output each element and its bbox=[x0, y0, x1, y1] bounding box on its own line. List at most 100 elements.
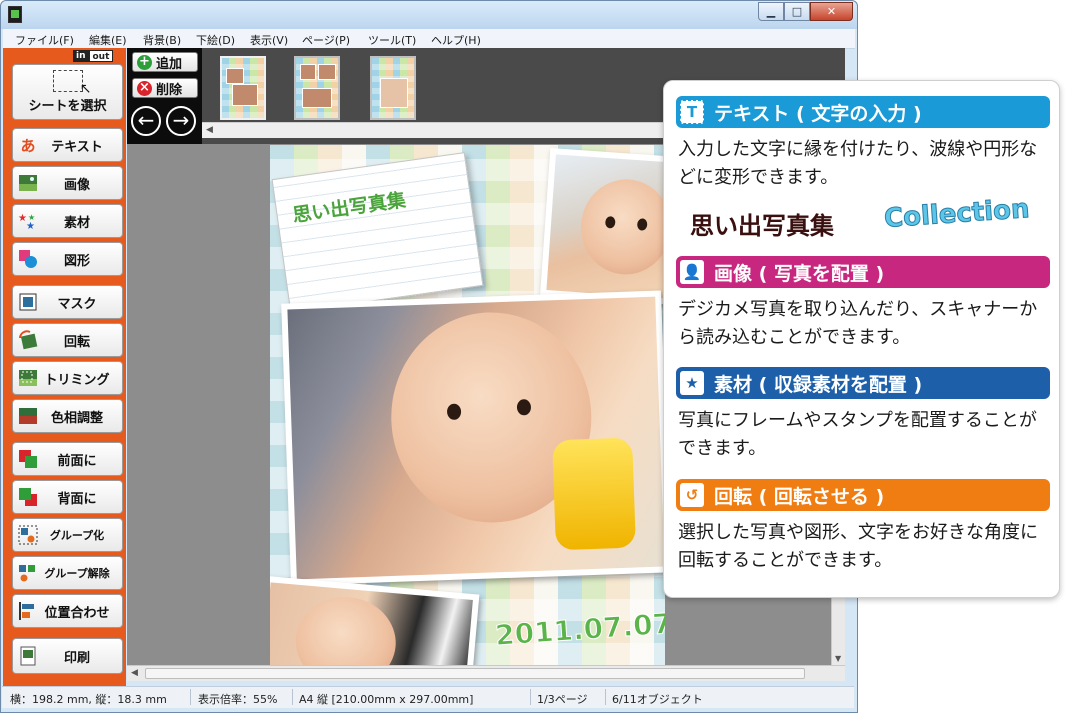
bring-front-button[interactable]: 前面に bbox=[12, 442, 123, 476]
status-zoom: 表示倍率：55% bbox=[198, 693, 278, 706]
rotate-section-title: 回転 ( 回転させる ) bbox=[714, 485, 885, 508]
photo-frame[interactable] bbox=[281, 290, 665, 586]
out-tab[interactable]: out bbox=[88, 50, 114, 62]
trim-tool-label: トリミング bbox=[44, 372, 110, 388]
image-tool-button[interactable]: 画像 bbox=[12, 166, 123, 200]
menu-tools[interactable]: ツール(T) bbox=[368, 32, 416, 48]
page-thumbnail[interactable] bbox=[370, 56, 416, 120]
star-icon: ★ bbox=[680, 371, 704, 395]
album-page[interactable]: 思い出写真集 2011.07.07 bbox=[270, 145, 665, 665]
menu-underlay[interactable]: 下絵(D) bbox=[196, 32, 235, 48]
image-section-title: 画像 ( 写真を配置 ) bbox=[714, 262, 885, 285]
close-button[interactable]: ✕ bbox=[810, 2, 853, 21]
baby-photo bbox=[287, 296, 665, 580]
send-back-icon bbox=[18, 487, 38, 507]
minimize-button[interactable]: ▁ bbox=[758, 2, 784, 21]
title-bar: ▁ □ ✕ bbox=[1, 1, 857, 29]
menu-help[interactable]: ヘルプ(H) bbox=[431, 32, 481, 48]
note-card[interactable] bbox=[271, 152, 484, 313]
align-button[interactable]: 位置合わせ bbox=[12, 594, 123, 628]
rotate-section-header: ↺ 回転 ( 回転させる ) bbox=[676, 479, 1050, 511]
trim-tool-button[interactable]: トリミング bbox=[12, 361, 123, 395]
person-icon: 👤 bbox=[680, 260, 704, 284]
delete-page-button[interactable]: × 削除 bbox=[132, 78, 198, 98]
page-thumbnail[interactable] bbox=[220, 56, 266, 120]
mask-icon bbox=[18, 292, 38, 312]
text-icon: T bbox=[680, 100, 704, 124]
add-page-label: 追加 bbox=[156, 56, 183, 72]
scroll-down-icon[interactable]: ▼ bbox=[835, 654, 841, 663]
rotate-icon: ↺ bbox=[680, 483, 704, 507]
shape-tool-button[interactable]: 図形 bbox=[12, 242, 123, 276]
ungroup-icon bbox=[18, 563, 38, 583]
horizontal-scrollbar[interactable]: ◀ bbox=[127, 665, 845, 681]
send-back-button[interactable]: 背面に bbox=[12, 480, 123, 514]
maximize-button[interactable]: □ bbox=[784, 2, 810, 21]
text-section-desc: 入力した文字に縁を付けたり、波線や円形などに変形できます。 bbox=[678, 139, 1038, 188]
text-tool-icon: あ bbox=[20, 136, 36, 155]
text-tool-label: テキスト bbox=[51, 139, 103, 155]
menu-background[interactable]: 背景(B) bbox=[143, 32, 181, 48]
ungroup-button[interactable]: グループ解除 bbox=[12, 556, 123, 590]
select-sheet-button[interactable]: シートを選択 bbox=[12, 64, 123, 120]
print-button[interactable]: 印刷 bbox=[12, 638, 123, 674]
image-section-header: 👤 画像 ( 写真を配置 ) bbox=[676, 256, 1050, 288]
material-section-header: ★ 素材 ( 収録素材を配置 ) bbox=[676, 367, 1050, 399]
text-tool-button[interactable]: あ テキスト bbox=[12, 128, 123, 162]
color-adjust-icon bbox=[18, 406, 38, 426]
tool-panel: in out シートを選択 あ テキスト 画像 ★★★ 素材 図形 マスク bbox=[3, 48, 126, 688]
delete-icon: × bbox=[137, 80, 152, 96]
status-bar: 横：198.2 mm, 縦：18.3 mm 表示倍率：55% A4 縦 [210… bbox=[2, 686, 854, 708]
in-out-toggle[interactable]: in out bbox=[73, 50, 114, 62]
scrollbar-thumb[interactable] bbox=[145, 668, 805, 679]
photo-frame[interactable] bbox=[270, 575, 480, 665]
select-sheet-label: シートを選択 bbox=[28, 99, 107, 114]
material-section-title: 素材 ( 収録素材を配置 ) bbox=[714, 373, 923, 396]
mask-tool-label: マスク bbox=[57, 296, 97, 312]
align-label: 位置合わせ bbox=[44, 605, 110, 621]
group-icon bbox=[18, 525, 38, 545]
material-tool-label: 素材 bbox=[63, 215, 90, 231]
svg-text:★: ★ bbox=[28, 213, 35, 222]
group-label: グループ化 bbox=[49, 529, 105, 542]
text-section-header: T テキスト ( 文字の入力 ) bbox=[676, 96, 1050, 128]
menu-view[interactable]: 表示(V) bbox=[250, 32, 288, 48]
material-section-desc: 写真にフレームやスタンプを配置することができます。 bbox=[678, 410, 1037, 459]
menu-bar: ファイル(F) 編集(E) 背景(B) 下絵(D) 表示(V) ページ(P) ツ… bbox=[3, 29, 855, 49]
trim-icon bbox=[18, 368, 38, 388]
rotate-icon bbox=[18, 330, 38, 350]
shapes-icon bbox=[18, 249, 38, 269]
selection-cursor-icon bbox=[52, 70, 92, 97]
print-label: 印刷 bbox=[63, 650, 90, 666]
prev-page-arrow-icon[interactable]: ← bbox=[131, 106, 161, 136]
feature-callout: T テキスト ( 文字の入力 ) 入力した文字に縁を付けたり、波線や円形などに変… bbox=[663, 80, 1060, 598]
photo-frame[interactable] bbox=[540, 147, 665, 307]
mask-tool-button[interactable]: マスク bbox=[12, 285, 123, 319]
app-icon bbox=[8, 6, 22, 23]
page-thumbnail[interactable] bbox=[294, 56, 340, 120]
add-page-button[interactable]: + 追加 bbox=[132, 52, 198, 72]
send-back-label: 背面に bbox=[57, 491, 97, 507]
image-section-desc: デジカメ写真を取り込んだり、スキャナーから読み込むことができます。 bbox=[678, 299, 1038, 348]
shape-tool-label: 図形 bbox=[63, 253, 90, 269]
menu-page[interactable]: ページ(P) bbox=[302, 32, 350, 48]
scroll-left-icon[interactable]: ◀ bbox=[206, 125, 213, 135]
sample-text-jp: 思い出写真集 bbox=[690, 211, 834, 240]
rotate-section-desc: 選択した写真や図形、文字をお好きな角度に回転することができます。 bbox=[678, 522, 1038, 571]
status-objects: 6/11オブジェクト bbox=[612, 693, 703, 706]
stars-icon: ★ ★ ★ bbox=[18, 211, 38, 231]
menu-edit[interactable]: 編集(E) bbox=[89, 32, 127, 48]
menu-file[interactable]: ファイル(F) bbox=[15, 32, 74, 48]
date-text[interactable]: 2011.07.07 bbox=[494, 606, 665, 652]
scroll-left-icon[interactable]: ◀ bbox=[131, 668, 138, 678]
in-tab[interactable]: in bbox=[73, 50, 89, 62]
group-button[interactable]: グループ化 bbox=[12, 518, 123, 552]
color-adjust-button[interactable]: 色相調整 bbox=[12, 399, 123, 433]
next-page-arrow-icon[interactable]: → bbox=[166, 106, 196, 136]
rotate-tool-button[interactable]: 回転 bbox=[12, 323, 123, 357]
page-controls: + 追加 × 削除 ← → bbox=[127, 48, 202, 144]
baby-photo bbox=[546, 154, 665, 300]
status-paper-size: A4 縦 [210.00mm x 297.00mm] bbox=[299, 693, 474, 706]
material-tool-button[interactable]: ★ ★ ★ 素材 bbox=[12, 204, 123, 238]
plus-icon: + bbox=[137, 54, 152, 70]
